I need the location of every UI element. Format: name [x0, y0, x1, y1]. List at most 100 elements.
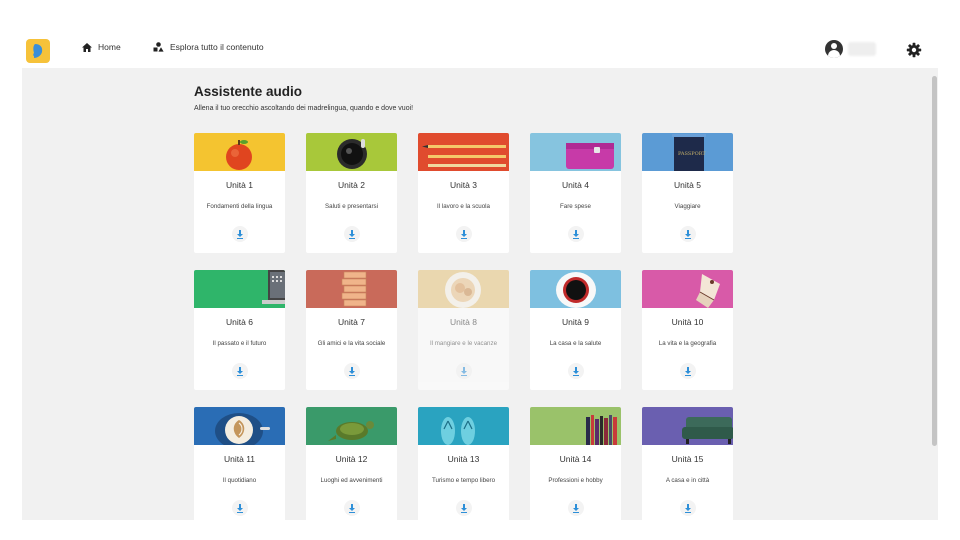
download-icon: [236, 366, 243, 376]
unit-cover-image: [530, 407, 621, 445]
unit-card[interactable]: Unità 11 Il quotidiano: [194, 407, 285, 520]
download-button[interactable]: [567, 500, 584, 516]
download-button[interactable]: [343, 500, 360, 516]
unit-description: Saluti e presentarsi: [325, 203, 378, 210]
unit-card[interactable]: Unità 7 Gli amici e la vita sociale: [306, 270, 397, 390]
unit-card[interactable]: Unità 13 Turismo e tempo libero: [418, 407, 509, 520]
unit-title: Unità 10: [671, 317, 704, 327]
download-icon: [460, 229, 467, 239]
main-content: Assistente audio Allena il tuo orecchio …: [22, 68, 938, 520]
unit-card[interactable]: Unità 3 Il lavoro e la scuola: [418, 133, 509, 253]
unit-cover-image: [306, 133, 397, 171]
unit-title: Unità 12: [335, 454, 368, 464]
unit-card[interactable]: Unità 9 La casa e la salute: [530, 270, 621, 390]
unit-description: Turismo e tempo libero: [431, 477, 496, 484]
download-icon: [460, 503, 467, 513]
download-button[interactable]: [679, 500, 696, 516]
download-button[interactable]: [679, 226, 696, 242]
unit-cover-image: [530, 270, 621, 308]
download-button[interactable]: [231, 363, 248, 379]
unit-description: Professioni e hobby: [548, 477, 603, 484]
page-subtitle: Allena il tuo orecchio ascoltando dei ma…: [194, 105, 414, 112]
unit-description: La vita e la geografia: [658, 340, 717, 347]
download-button[interactable]: [455, 363, 472, 379]
unit-card[interactable]: Unità 4 Fare spese: [530, 133, 621, 253]
unit-card[interactable]: Unità 15 A casa e in città: [642, 407, 733, 520]
top-navigation-bar: Home Esplora tutto il contenuto: [0, 0, 960, 68]
unit-description: Luoghi ed avvenimenti: [320, 477, 383, 484]
download-button[interactable]: [231, 226, 248, 242]
units-grid: Unità 1 Fondamenti della lingua Unità 2 Sal…: [194, 133, 733, 520]
svg-text:PASSPORT: PASSPORT: [678, 151, 706, 157]
unit-cover-image: [418, 407, 509, 445]
download-icon: [348, 503, 355, 513]
scrollbar-thumb[interactable]: [932, 76, 937, 446]
unit-cover-image: [642, 270, 733, 308]
unit-card[interactable]: Unità 12 Luoghi ed avvenimenti: [306, 407, 397, 520]
unit-cover-image: [194, 270, 285, 308]
unit-cover-image: [194, 407, 285, 445]
download-icon: [572, 229, 579, 239]
unit-description: A casa e in città: [665, 477, 710, 484]
unit-title: Unità 1: [226, 180, 253, 190]
unit-title: Unità 11: [223, 454, 256, 464]
vertical-scrollbar[interactable]: [931, 68, 938, 520]
unit-cover-image: [418, 270, 509, 308]
download-button[interactable]: [679, 363, 696, 379]
download-icon: [460, 366, 467, 376]
download-icon: [684, 503, 691, 513]
unit-cover-image: PASSPORT: [642, 133, 733, 171]
unit-description: Il passato e il futuro: [212, 340, 267, 347]
unit-card[interactable]: Unità 14 Professioni e hobby: [530, 407, 621, 520]
shapes-icon: [153, 42, 164, 52]
unit-title: Unità 2: [338, 180, 365, 190]
unit-description: Viaggiare: [674, 203, 701, 210]
nav-explore-all-content[interactable]: Esplora tutto il contenuto: [153, 42, 264, 52]
unit-description: Il quotidiano: [222, 477, 257, 484]
unit-cover-image: [418, 133, 509, 171]
user-avatar[interactable]: [825, 40, 843, 58]
unit-cover-image: [306, 407, 397, 445]
unit-title: Unità 3: [450, 180, 477, 190]
logo-icon: [33, 44, 43, 58]
app-logo[interactable]: [26, 39, 50, 63]
download-button[interactable]: [567, 226, 584, 242]
download-button[interactable]: [231, 500, 248, 516]
unit-description: La casa e la salute: [549, 340, 602, 347]
unit-card[interactable]: Unità 1 Fondamenti della lingua: [194, 133, 285, 253]
nav-home-label: Home: [98, 42, 121, 52]
user-name-blurred[interactable]: [848, 42, 876, 56]
unit-cover-image: [306, 270, 397, 308]
unit-title: Unità 14: [559, 454, 592, 464]
unit-title: Unità 15: [671, 454, 704, 464]
unit-card[interactable]: Unità 8 Il mangiare e le vacanze: [418, 270, 509, 390]
download-icon: [684, 366, 691, 376]
unit-description: Gli amici e la vita sociale: [317, 340, 386, 347]
unit-cover-image: [530, 133, 621, 171]
unit-description: Fondamenti della lingua: [206, 203, 273, 210]
unit-card[interactable]: Unità 2 Saluti e presentarsi: [306, 133, 397, 253]
unit-title: Unità 8: [450, 317, 477, 327]
download-icon: [348, 366, 355, 376]
download-button[interactable]: [343, 363, 360, 379]
home-icon: [82, 42, 92, 52]
nav-home[interactable]: Home: [82, 42, 121, 52]
download-icon: [236, 503, 243, 513]
unit-title: Unità 7: [338, 317, 365, 327]
download-button[interactable]: [343, 226, 360, 242]
nav-explore-label: Esplora tutto il contenuto: [170, 42, 264, 52]
unit-card[interactable]: Unità 10 La vita e la geografia: [642, 270, 733, 390]
unit-cover-image: [642, 407, 733, 445]
unit-card[interactable]: Unità 6 Il passato e il futuro: [194, 270, 285, 390]
download-button[interactable]: [567, 363, 584, 379]
settings-gear-icon[interactable]: [906, 42, 922, 58]
download-button[interactable]: [455, 226, 472, 242]
unit-card[interactable]: PASSPORT Unità 5 Viaggiare: [642, 133, 733, 253]
download-icon: [348, 229, 355, 239]
download-button[interactable]: [455, 500, 472, 516]
unit-title: Unità 4: [562, 180, 589, 190]
unit-cover-image: [194, 133, 285, 171]
unit-description: Il mangiare e le vacanze: [429, 340, 498, 347]
unit-description: Fare spese: [560, 203, 591, 210]
page-title: Assistente audio: [194, 84, 303, 99]
